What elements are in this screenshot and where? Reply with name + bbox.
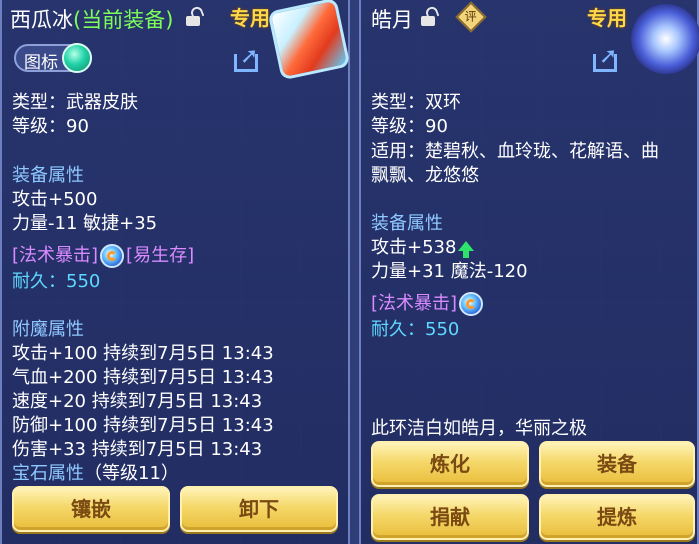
skills-row: [法术暴击] [易生存] xyxy=(12,244,194,268)
extract-button[interactable]: 提炼 xyxy=(539,494,695,540)
exclusive-label: 专用 xyxy=(587,6,627,30)
durability-label: 耐久： xyxy=(12,271,66,292)
share-icon[interactable]: ➚ xyxy=(593,44,623,72)
enchant-line: 攻击+100 持续到7月5日 13:43 xyxy=(12,343,274,364)
attr-attack-text: 攻击+538 xyxy=(371,237,457,258)
skill-magic-crit: [法术暴击] xyxy=(371,293,458,314)
skill-icon xyxy=(100,244,125,268)
item-description: 此环洁白如皓月，华丽之极 xyxy=(371,418,587,439)
item-level: 等级：90 xyxy=(371,116,448,137)
share-icon[interactable]: ➚ xyxy=(234,44,264,72)
gem-row: 宝石属性（等级11） xyxy=(12,462,179,486)
durability-row: 耐久：550 xyxy=(12,270,100,294)
attr-stats: 力量+31 魔法-120 xyxy=(371,261,528,282)
equip-attr-header: 装备属性 xyxy=(371,213,443,234)
compare-item-panel: 皓月 评 专用 ➚ 类型：双环 等级：90 适用：楚碧秋、血玲珑、花解语、曲 飘… xyxy=(359,0,699,544)
current-equipment-panel: 西瓜冰(当前装备) 专用 图标 ➚ 类型：武器皮肤 等级：90 装备属性 攻击+… xyxy=(0,0,351,544)
skill-magic-crit: [法术暴击] xyxy=(12,245,99,266)
enchant-header: 附魔属性 xyxy=(12,319,84,340)
equip-button[interactable]: 装备 xyxy=(539,441,695,487)
durability-value: 550 xyxy=(66,271,101,292)
panel-divider xyxy=(350,0,359,544)
item-level: 等级：90 xyxy=(12,116,89,137)
applicable-line-1: 适用：楚碧秋、血玲珑、花解语、曲 xyxy=(371,141,659,162)
up-arrow-icon xyxy=(458,241,475,258)
item-icon-popsicle xyxy=(267,0,351,81)
gem-level: （等级11） xyxy=(84,463,179,484)
item-type: 类型：双环 xyxy=(371,92,461,113)
durability-row: 耐久：550 xyxy=(371,318,459,342)
refine-button[interactable]: 炼化 xyxy=(371,441,529,487)
attr-attack: 攻击+500 xyxy=(12,189,98,210)
donate-button[interactable]: 捐献 xyxy=(371,494,529,540)
enchant-line: 气血+200 持续到7月5日 13:43 xyxy=(12,367,274,388)
item-name: 西瓜冰 xyxy=(10,8,73,32)
evaluate-icon[interactable]: 评 xyxy=(455,1,487,33)
skills-row: [法术暴击] xyxy=(371,292,485,316)
exclusive-label: 专用 xyxy=(230,6,270,30)
attr-stats: 力量-11 敏捷+35 xyxy=(12,213,158,234)
unequip-button[interactable]: 卸下 xyxy=(180,486,338,532)
equip-attr-header: 装备属性 xyxy=(12,165,84,186)
skill-survival: [易生存] xyxy=(126,245,195,266)
skill-icon xyxy=(459,292,484,316)
icon-toggle[interactable]: 图标 xyxy=(14,43,92,73)
gem-header: 宝石属性 xyxy=(12,463,84,484)
applicable-line-2: 飘飘、龙悠悠 xyxy=(371,165,479,186)
lock-icon[interactable] xyxy=(186,5,205,26)
item-icon-ring xyxy=(631,4,699,74)
lock-icon[interactable] xyxy=(421,5,440,26)
toggle-knob-icon xyxy=(62,43,92,73)
enchant-line: 伤害+33 持续到7月5日 13:43 xyxy=(12,439,263,460)
enchant-line: 防御+100 持续到7月5日 13:43 xyxy=(12,415,274,436)
item-title: 西瓜冰(当前装备) xyxy=(10,4,173,34)
item-name: 皓月 xyxy=(371,8,413,32)
inlay-button[interactable]: 镶嵌 xyxy=(12,486,170,532)
durability-label: 耐久： xyxy=(371,319,425,340)
attr-attack: 攻击+538 xyxy=(371,236,475,260)
enchant-line: 速度+20 持续到7月5日 13:43 xyxy=(12,391,263,412)
item-type: 类型：武器皮肤 xyxy=(12,92,138,113)
current-equip-tag: (当前装备) xyxy=(73,8,174,32)
icon-toggle-label: 图标 xyxy=(24,53,58,73)
durability-value: 550 xyxy=(425,319,460,340)
